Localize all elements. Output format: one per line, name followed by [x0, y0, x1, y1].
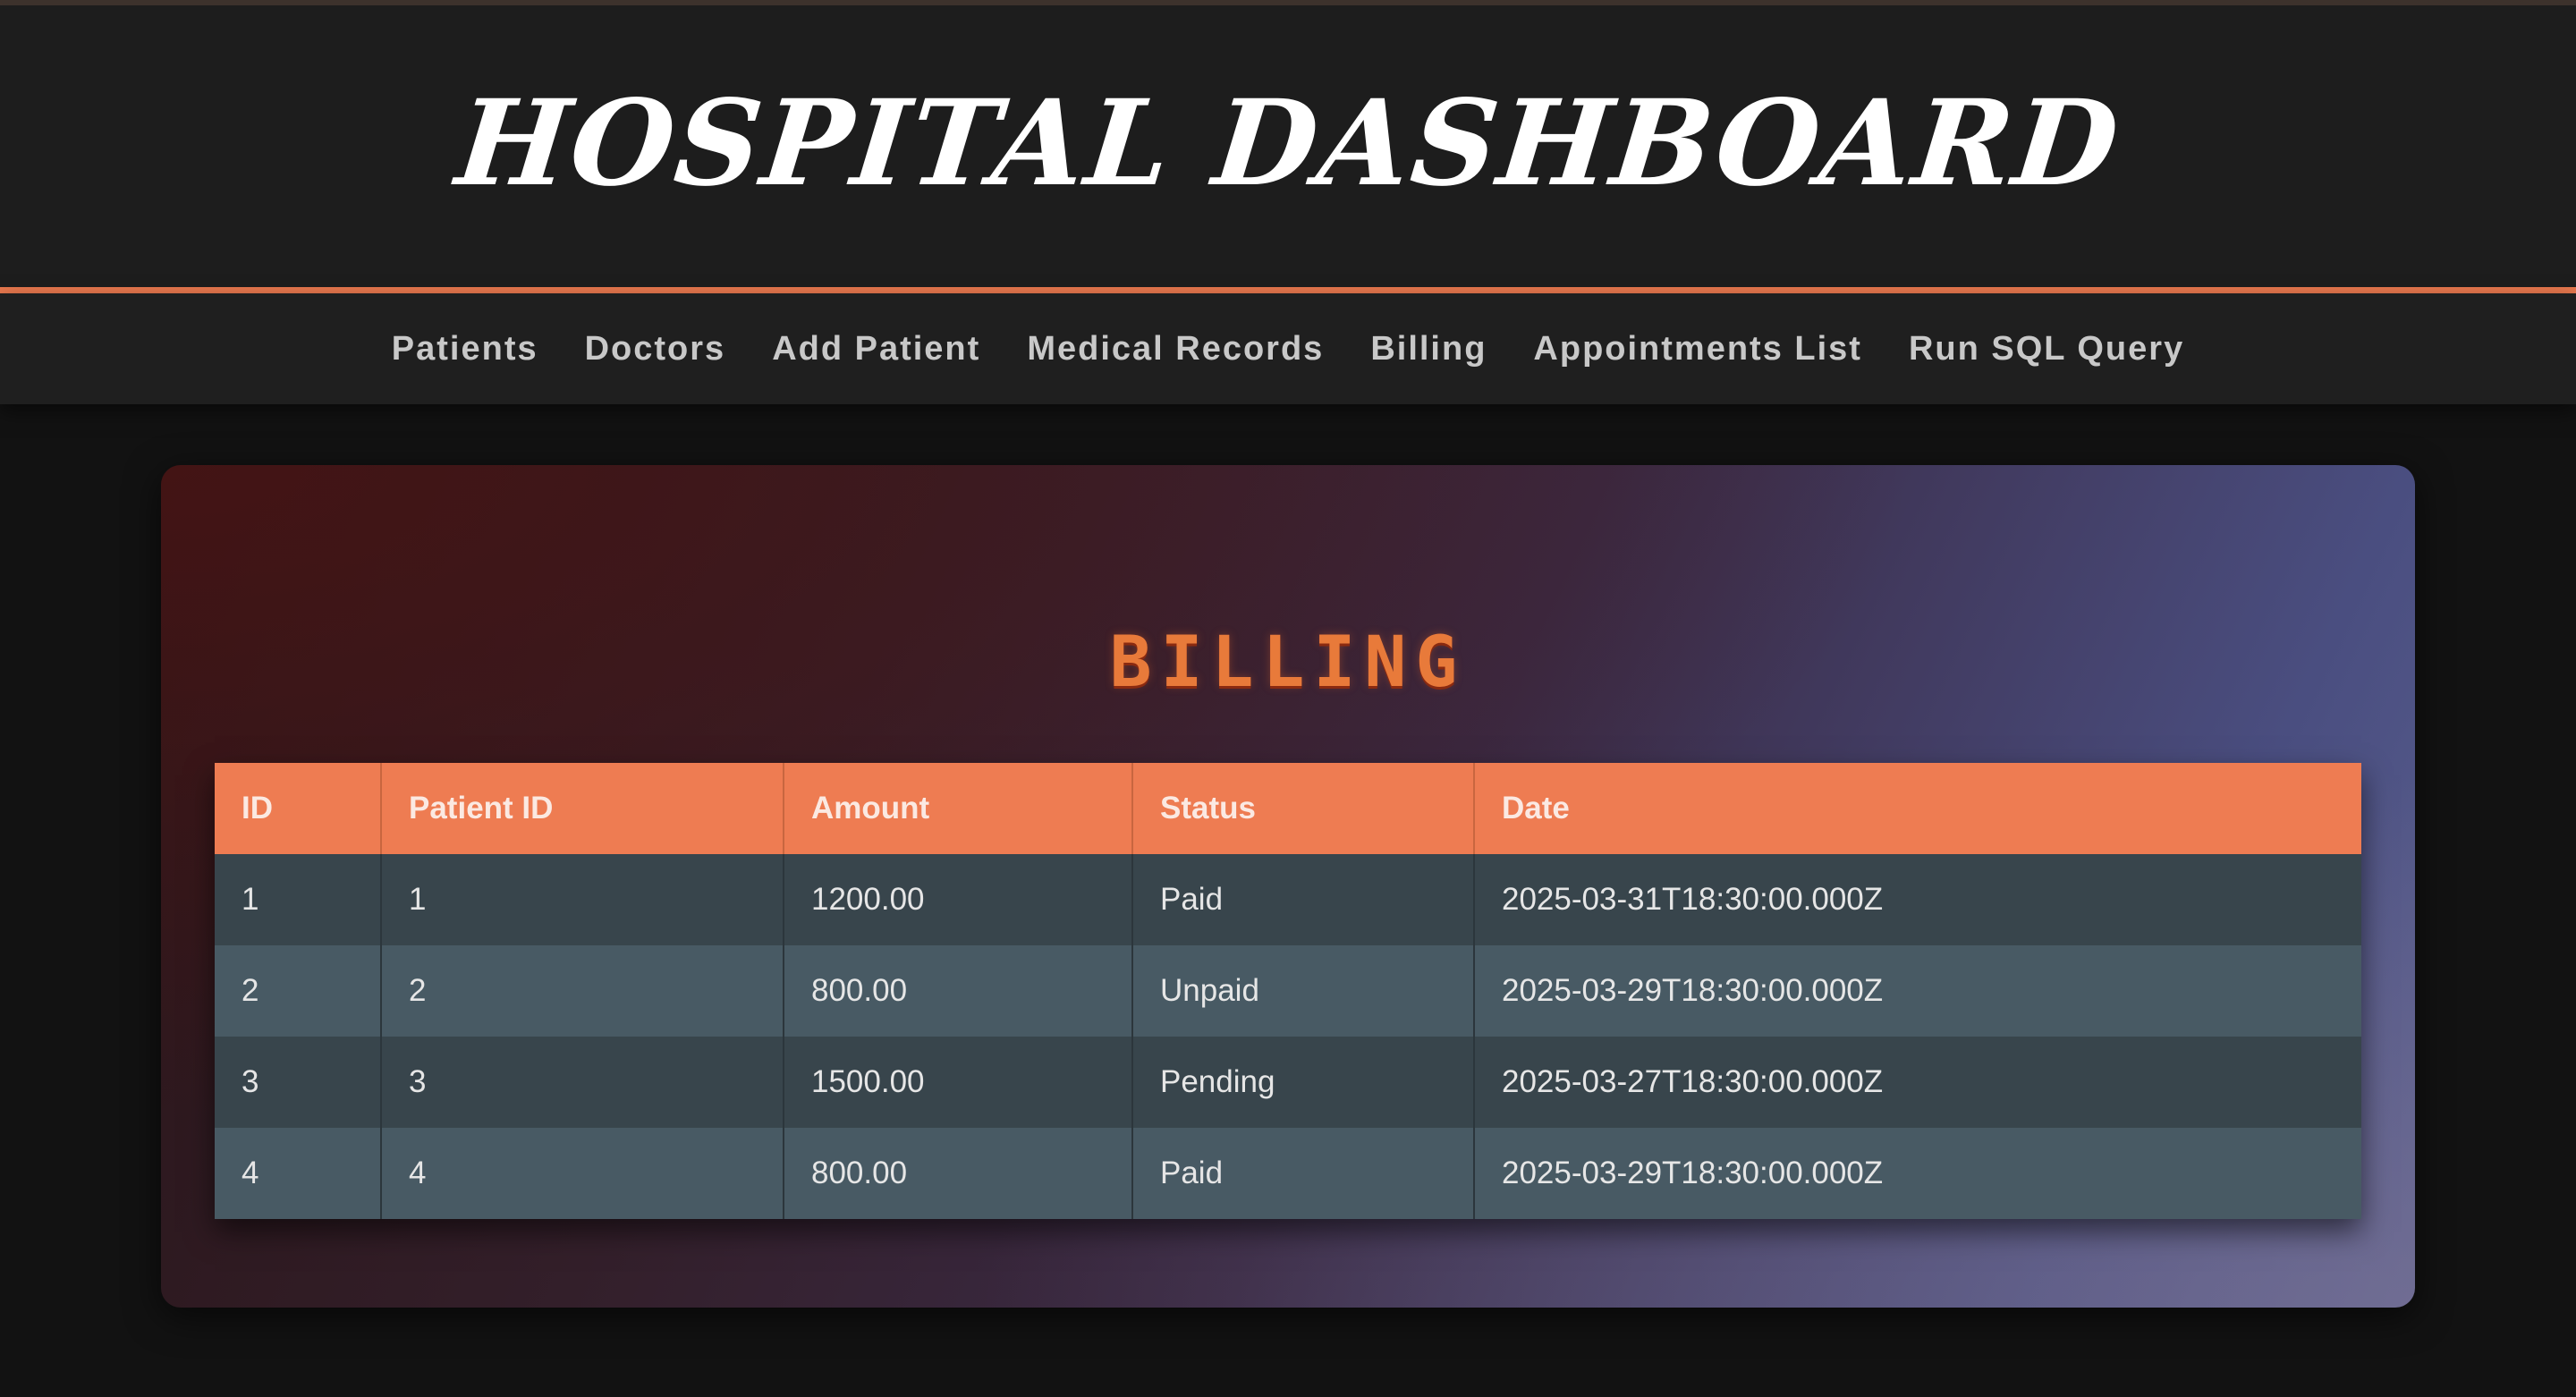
cell-patient-id: 1: [381, 854, 784, 945]
cell-status: Paid: [1132, 854, 1475, 945]
main-nav: Patients Doctors Add Patient Medical Rec…: [0, 293, 2576, 404]
billing-heading: BILLING: [1109, 622, 1467, 703]
cell-date: 2025-03-29T18:30:00.000Z: [1474, 1128, 2361, 1219]
cell-id: 1: [215, 854, 382, 945]
cell-patient-id: 2: [381, 945, 784, 1037]
cell-date: 2025-03-29T18:30:00.000Z: [1474, 945, 2361, 1037]
cell-status: Paid: [1132, 1128, 1475, 1219]
cell-patient-id: 4: [381, 1128, 784, 1219]
column-header-status: Status: [1132, 763, 1475, 854]
billing-table: ID Patient ID Amount Status Date 1 1 120…: [215, 763, 2361, 1219]
nav-add-patient[interactable]: Add Patient: [772, 330, 980, 368]
column-header-id: ID: [215, 763, 382, 854]
column-header-patient-id: Patient ID: [381, 763, 784, 854]
nav-patients[interactable]: Patients: [392, 330, 538, 368]
table-row: 4 4 800.00 Paid 2025-03-29T18:30:00.000Z: [215, 1128, 2361, 1219]
cell-amount: 800.00: [784, 945, 1133, 1037]
nav-appointments-list[interactable]: Appointments List: [1533, 330, 1862, 368]
nav-billing[interactable]: Billing: [1370, 330, 1487, 368]
table-row: 3 3 1500.00 Pending 2025-03-27T18:30:00.…: [215, 1037, 2361, 1128]
column-header-date: Date: [1474, 763, 2361, 854]
table-row: 1 1 1200.00 Paid 2025-03-31T18:30:00.000…: [215, 854, 2361, 945]
cell-amount: 1500.00: [784, 1037, 1133, 1128]
site-header: HOSPITAL DASHBOARD: [0, 5, 2576, 293]
cell-id: 3: [215, 1037, 382, 1128]
cell-status: Unpaid: [1132, 945, 1475, 1037]
cell-id: 2: [215, 945, 382, 1037]
table-row: 2 2 800.00 Unpaid 2025-03-29T18:30:00.00…: [215, 945, 2361, 1037]
cell-date: 2025-03-31T18:30:00.000Z: [1474, 854, 2361, 945]
cell-date: 2025-03-27T18:30:00.000Z: [1474, 1037, 2361, 1128]
cell-patient-id: 3: [381, 1037, 784, 1128]
table-header-row: ID Patient ID Amount Status Date: [215, 763, 2361, 854]
page-title: HOSPITAL DASHBOARD: [450, 74, 2126, 213]
nav-medical-records[interactable]: Medical Records: [1027, 330, 1324, 368]
cell-status: Pending: [1132, 1037, 1475, 1128]
billing-card: BILLING ID Patient ID Amount Status Date…: [161, 465, 2415, 1308]
nav-doctors[interactable]: Doctors: [585, 330, 726, 368]
cell-id: 4: [215, 1128, 382, 1219]
column-header-amount: Amount: [784, 763, 1133, 854]
cell-amount: 1200.00: [784, 854, 1133, 945]
nav-run-sql-query[interactable]: Run SQL Query: [1909, 330, 2184, 368]
cell-amount: 800.00: [784, 1128, 1133, 1219]
